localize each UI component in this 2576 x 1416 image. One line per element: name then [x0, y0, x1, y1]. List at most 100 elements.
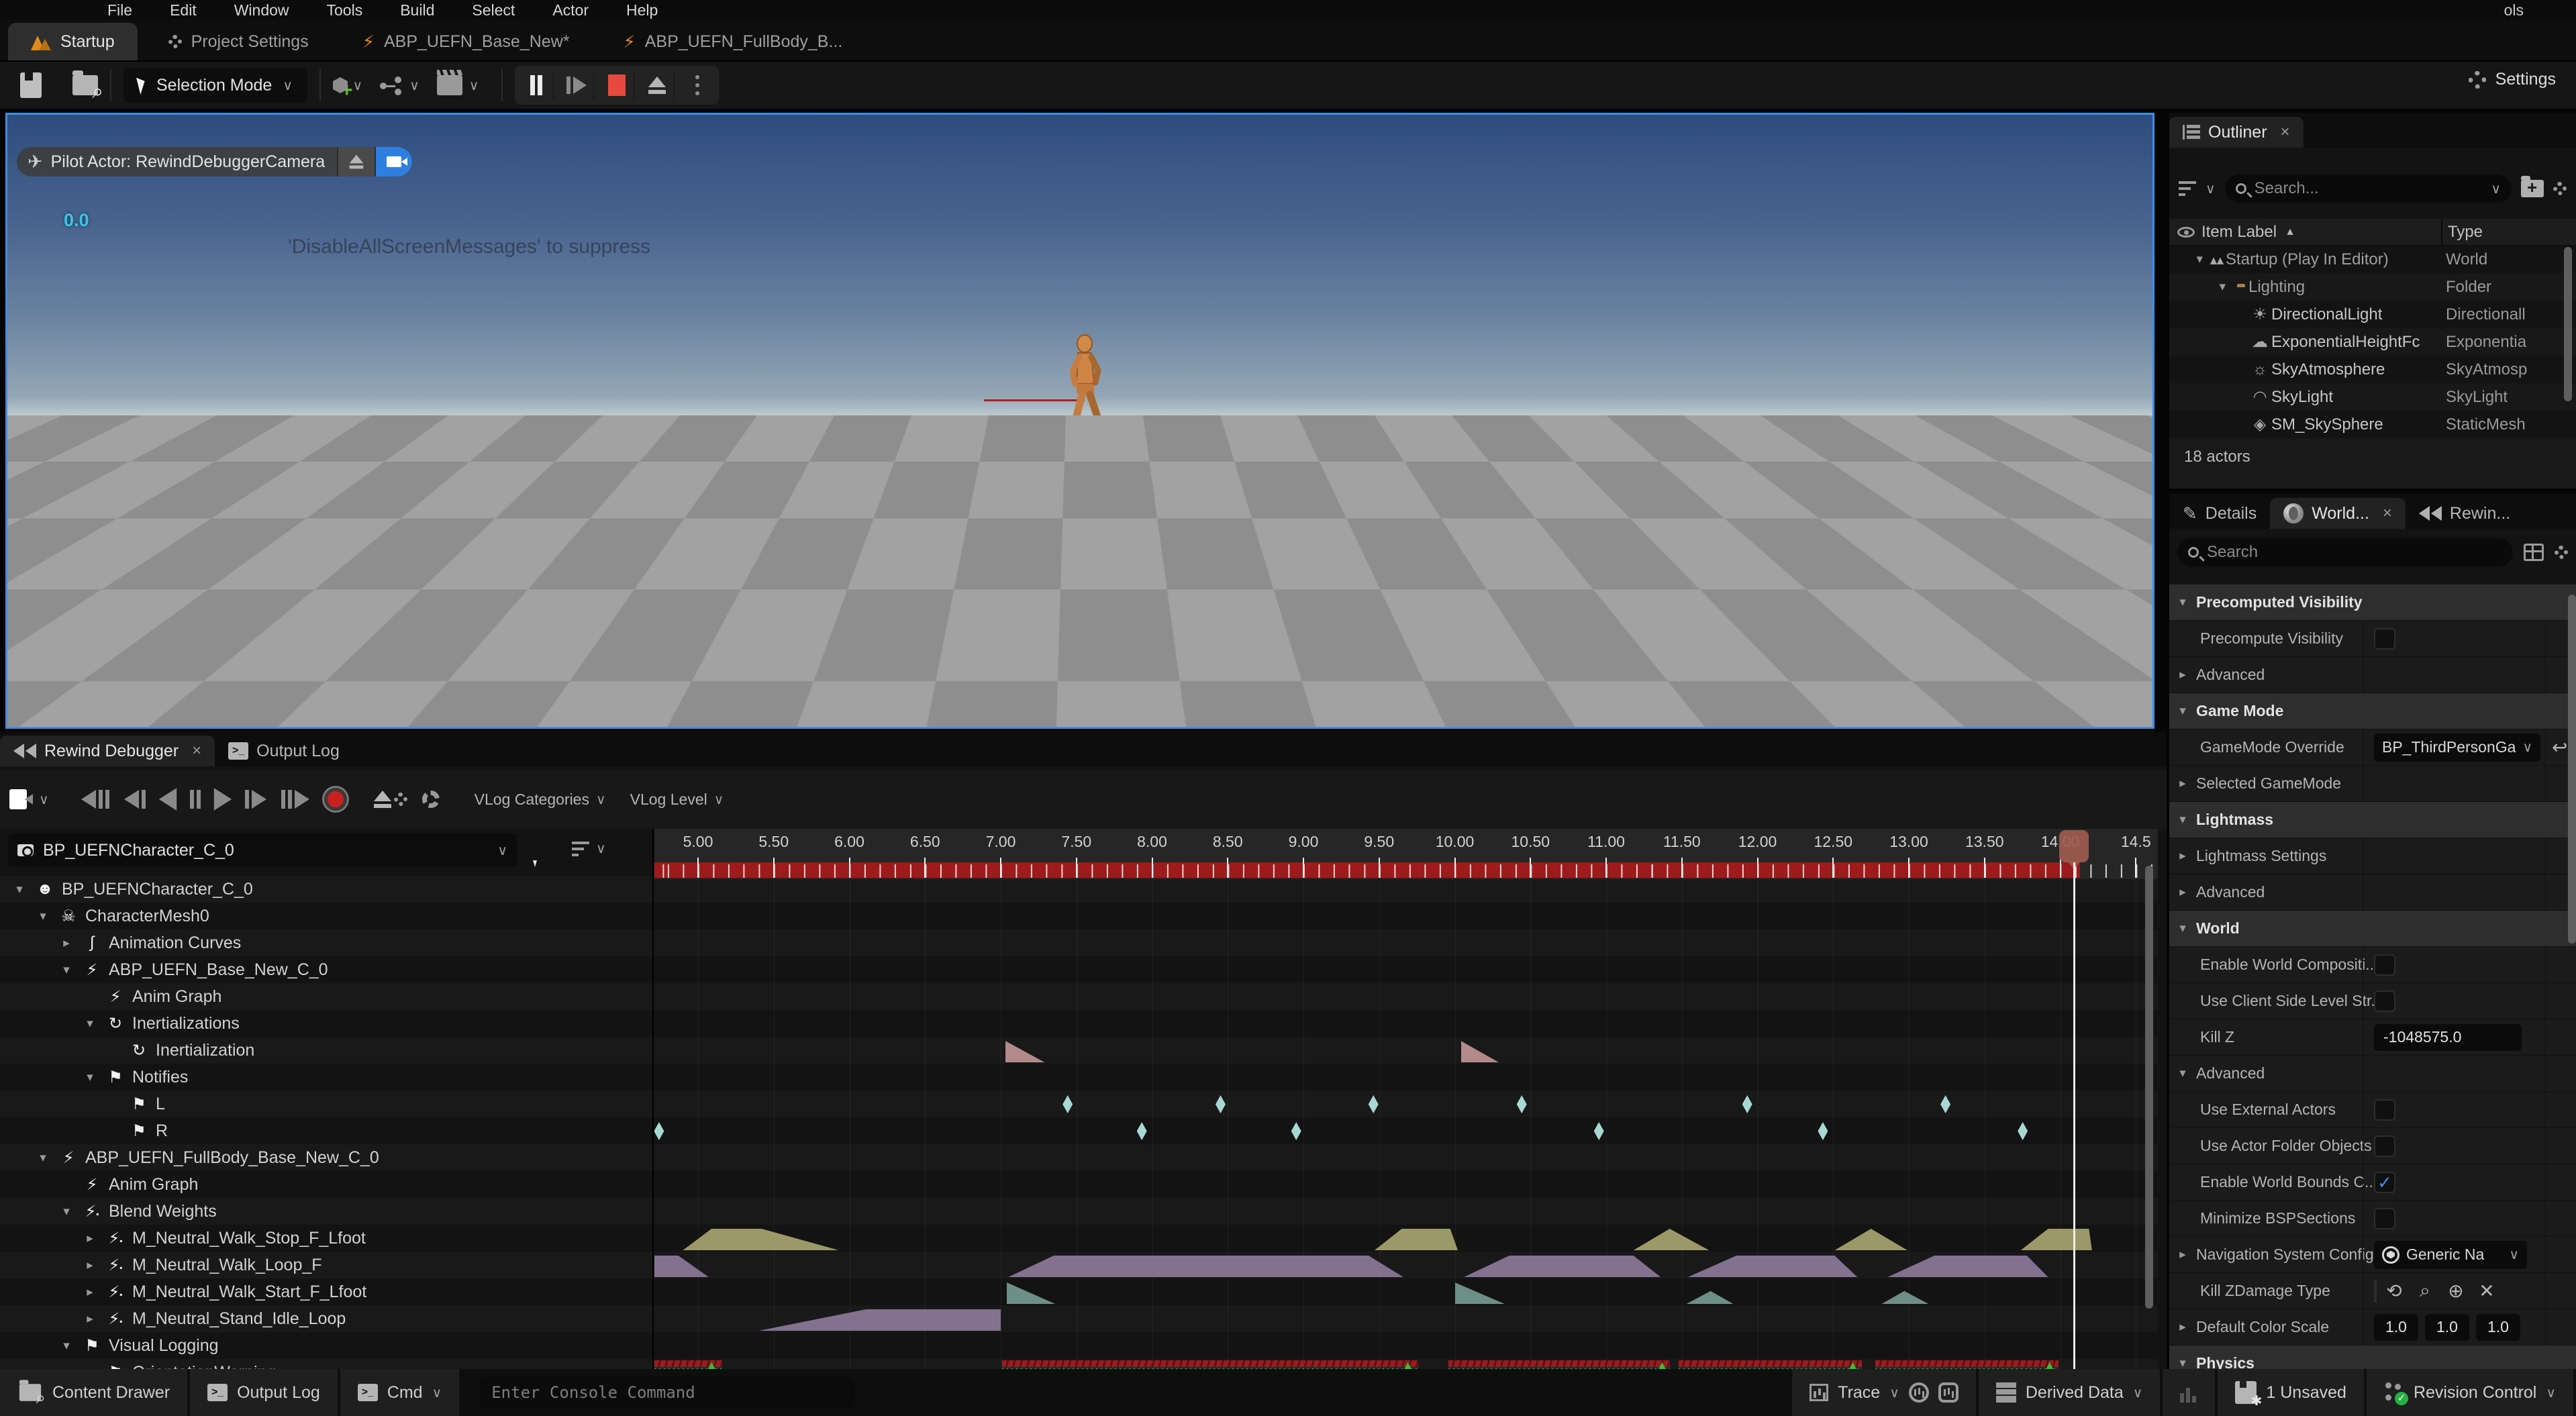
- tree-item-abp-uefn-base-new-c-0[interactable]: ▾⚡ABP_UEFN_Base_New_C_0: [58, 956, 328, 983]
- notify-event-R[interactable]: [1818, 1122, 1828, 1140]
- property-navigation-system-config[interactable]: ▸Navigation System ConfigGeneric Na∨: [2169, 1237, 2576, 1273]
- content-drawer-button[interactable]: Content Drawer: [0, 1369, 187, 1416]
- stats-icon[interactable]: [1909, 1382, 1929, 1403]
- dropdown[interactable]: BP_ThirdPersonGa∨: [2374, 734, 2540, 762]
- tree-item-inertializations[interactable]: ▾↻Inertializations: [81, 1010, 240, 1037]
- outliner-column-header[interactable]: Item Label ▲ Type: [2169, 219, 2576, 246]
- tree-item-blend-weights[interactable]: ▾⚡▪Blend Weights: [58, 1198, 217, 1225]
- tab-outliner[interactable]: Outliner ×: [2169, 117, 2303, 148]
- eject-settings-button[interactable]: [374, 791, 407, 808]
- expand-arrow[interactable]: ▸: [81, 1231, 99, 1246]
- details-search-input[interactable]: Search: [2177, 538, 2513, 566]
- pause-button[interactable]: [519, 70, 554, 101]
- property-default-color-scale[interactable]: ▸Default Color Scale1.01.01.0: [2169, 1309, 2576, 1346]
- blueprints-button[interactable]: ∨: [380, 76, 419, 95]
- tab-details[interactable]: ✎Details: [2169, 498, 2270, 529]
- tree-item-inertialization[interactable]: ↻Inertialization: [105, 1037, 254, 1064]
- details-scrollbar[interactable]: [2568, 595, 2576, 944]
- tree-item-visual-logging[interactable]: ▾⚑Visual Logging: [58, 1332, 219, 1359]
- menu-window[interactable]: Window: [234, 1, 289, 19]
- expand-arrow[interactable]: ▸: [81, 1311, 99, 1327]
- property-gamemode-override[interactable]: GameMode OverrideBP_ThirdPersonGa∨↩: [2169, 729, 2576, 766]
- expand-arrow[interactable]: ▾: [2169, 1066, 2196, 1081]
- vlog-categories-button[interactable]: VLog Categories∨: [475, 791, 606, 809]
- checkbox[interactable]: ✓: [2374, 1172, 2395, 1193]
- tree-item-anim-graph[interactable]: ⚡Anim Graph: [58, 1171, 198, 1198]
- tab-rewin-[interactable]: Rewin...: [2406, 498, 2524, 529]
- expand-arrow[interactable]: ▸: [2169, 1247, 2196, 1262]
- value-input[interactable]: 1.0: [2476, 1314, 2520, 1341]
- play-reverse-button[interactable]: [160, 790, 175, 809]
- section-lightmass[interactable]: ▾Lightmass: [2169, 802, 2576, 838]
- notify-event-L[interactable]: [1742, 1095, 1752, 1113]
- menu-build[interactable]: Build: [400, 1, 434, 19]
- notify-event-R[interactable]: [1594, 1122, 1604, 1140]
- notify-event-L[interactable]: [1517, 1095, 1527, 1113]
- property-use-actor-folder-objects[interactable]: Use Actor Folder Objects: [2169, 1128, 2576, 1164]
- playhead-line[interactable]: [2073, 862, 2075, 1369]
- tree-item-m-neutral-stand-idle-loop[interactable]: ▸⚡▪M_Neutral_Stand_Idle_Loop: [81, 1305, 346, 1332]
- expand-arrow[interactable]: ▾: [11, 882, 28, 897]
- expand-arrow[interactable]: ▾: [2169, 812, 2196, 827]
- notify-event-R[interactable]: [1291, 1122, 1301, 1140]
- revision-control-button[interactable]: Revision Control∨: [2367, 1369, 2573, 1416]
- menu-select[interactable]: Select: [472, 1, 515, 19]
- expand-arrow[interactable]: ▾: [2169, 252, 2203, 267]
- tree-item-m-neutral-walk-start-f-lfoot[interactable]: ▸⚡▪M_Neutral_Walk_Start_F_Lfoot: [81, 1278, 366, 1305]
- skip-to-start-button[interactable]: [81, 790, 109, 809]
- close-icon[interactable]: ×: [192, 742, 201, 760]
- add-actor-button[interactable]: + ∨: [333, 68, 362, 102]
- property-kill-z[interactable]: Kill Z-1048575.0: [2169, 1019, 2576, 1056]
- play-options-menu[interactable]: [680, 70, 715, 101]
- browse-content-icon[interactable]: [72, 75, 98, 95]
- filter-icon[interactable]: [2179, 181, 2196, 196]
- checkbox[interactable]: [2374, 628, 2395, 650]
- value-input[interactable]: -1048575.0: [2374, 1024, 2522, 1051]
- type-column[interactable]: Type: [2448, 223, 2483, 242]
- tree-item-r[interactable]: ⚑R: [105, 1117, 168, 1144]
- tab-world-[interactable]: World...×: [2270, 498, 2406, 529]
- outliner-row-directionallight[interactable]: ☀DirectionalLightDirectionall: [2169, 301, 2576, 328]
- record-button[interactable]: [324, 788, 347, 811]
- checkbox[interactable]: [2374, 991, 2395, 1012]
- expand-arrow[interactable]: ▾: [34, 909, 52, 924]
- expand-arrow[interactable]: ▾: [2169, 595, 2196, 610]
- camera-mode-button[interactable]: ∨: [9, 789, 49, 809]
- property-selected-gamemode[interactable]: ▸Selected GameMode: [2169, 766, 2576, 802]
- display-filter-icon[interactable]: [2524, 544, 2544, 561]
- item-label-column[interactable]: Item Label: [2201, 223, 2277, 242]
- asset-tab-abp-uefn-fullbody-b-[interactable]: ⚡ABP_UEFN_FullBody_B...: [600, 23, 865, 60]
- playhead-handle[interactable]: [2059, 830, 2089, 862]
- settings-button[interactable]: Settings: [2469, 70, 2556, 89]
- notify-event-L[interactable]: [1369, 1095, 1379, 1113]
- tree-item-notifies[interactable]: ▾⚑Notifies: [81, 1064, 188, 1091]
- expand-arrow[interactable]: ▾: [2169, 921, 2196, 936]
- tree-item-anim-graph[interactable]: ⚡Anim Graph: [81, 983, 221, 1010]
- toggle-camera-view-button[interactable]: [375, 147, 412, 176]
- section-precomputed-visibility[interactable]: ▾Precomputed Visibility: [2169, 585, 2576, 621]
- value-input[interactable]: 1.0: [2374, 1314, 2418, 1341]
- property-precompute-visibility[interactable]: Precompute Visibility: [2169, 621, 2576, 657]
- expand-arrow[interactable]: ▾: [58, 1204, 75, 1219]
- notify-event-R[interactable]: [654, 1122, 664, 1140]
- debug-target-combobox[interactable]: BP_UEFNCharacter_C_0 ∨: [8, 833, 517, 867]
- notify-event-R[interactable]: [2018, 1122, 2028, 1140]
- checkbox[interactable]: [2374, 1099, 2395, 1121]
- notify-event-R[interactable]: [1137, 1122, 1147, 1140]
- tree-item-orientationwarping[interactable]: ⚑OrientationWarping: [81, 1359, 276, 1369]
- asset-tab-abp-uefn-base-new-[interactable]: ⚡ABP_UEFN_Base_New*: [340, 23, 593, 60]
- expand-arrow[interactable]: ▾: [58, 962, 75, 978]
- section-physics[interactable]: ▾Physics: [2169, 1346, 2576, 1369]
- save-all-icon[interactable]: [20, 72, 42, 98]
- expand-arrow[interactable]: ▸: [81, 1284, 99, 1300]
- property-lightmass-settings[interactable]: ▸Lightmass Settings: [2169, 838, 2576, 874]
- outliner-row-skylight[interactable]: ◠SkyLightSkyLight: [2169, 383, 2576, 411]
- frame-skip-button[interactable]: [559, 70, 594, 101]
- property-enable-world-bounds-c-[interactable]: Enable World Bounds C...✓: [2169, 1164, 2576, 1201]
- timeline-scrollbar[interactable]: [2145, 866, 2153, 1309]
- expand-arrow[interactable]: ▸: [2169, 667, 2196, 682]
- expand-arrow[interactable]: ▸: [2169, 776, 2196, 791]
- selection-mode-button[interactable]: Selection Mode ∨: [123, 68, 307, 103]
- menu-tools[interactable]: Tools: [327, 1, 363, 19]
- outliner-scrollbar[interactable]: [2564, 247, 2572, 401]
